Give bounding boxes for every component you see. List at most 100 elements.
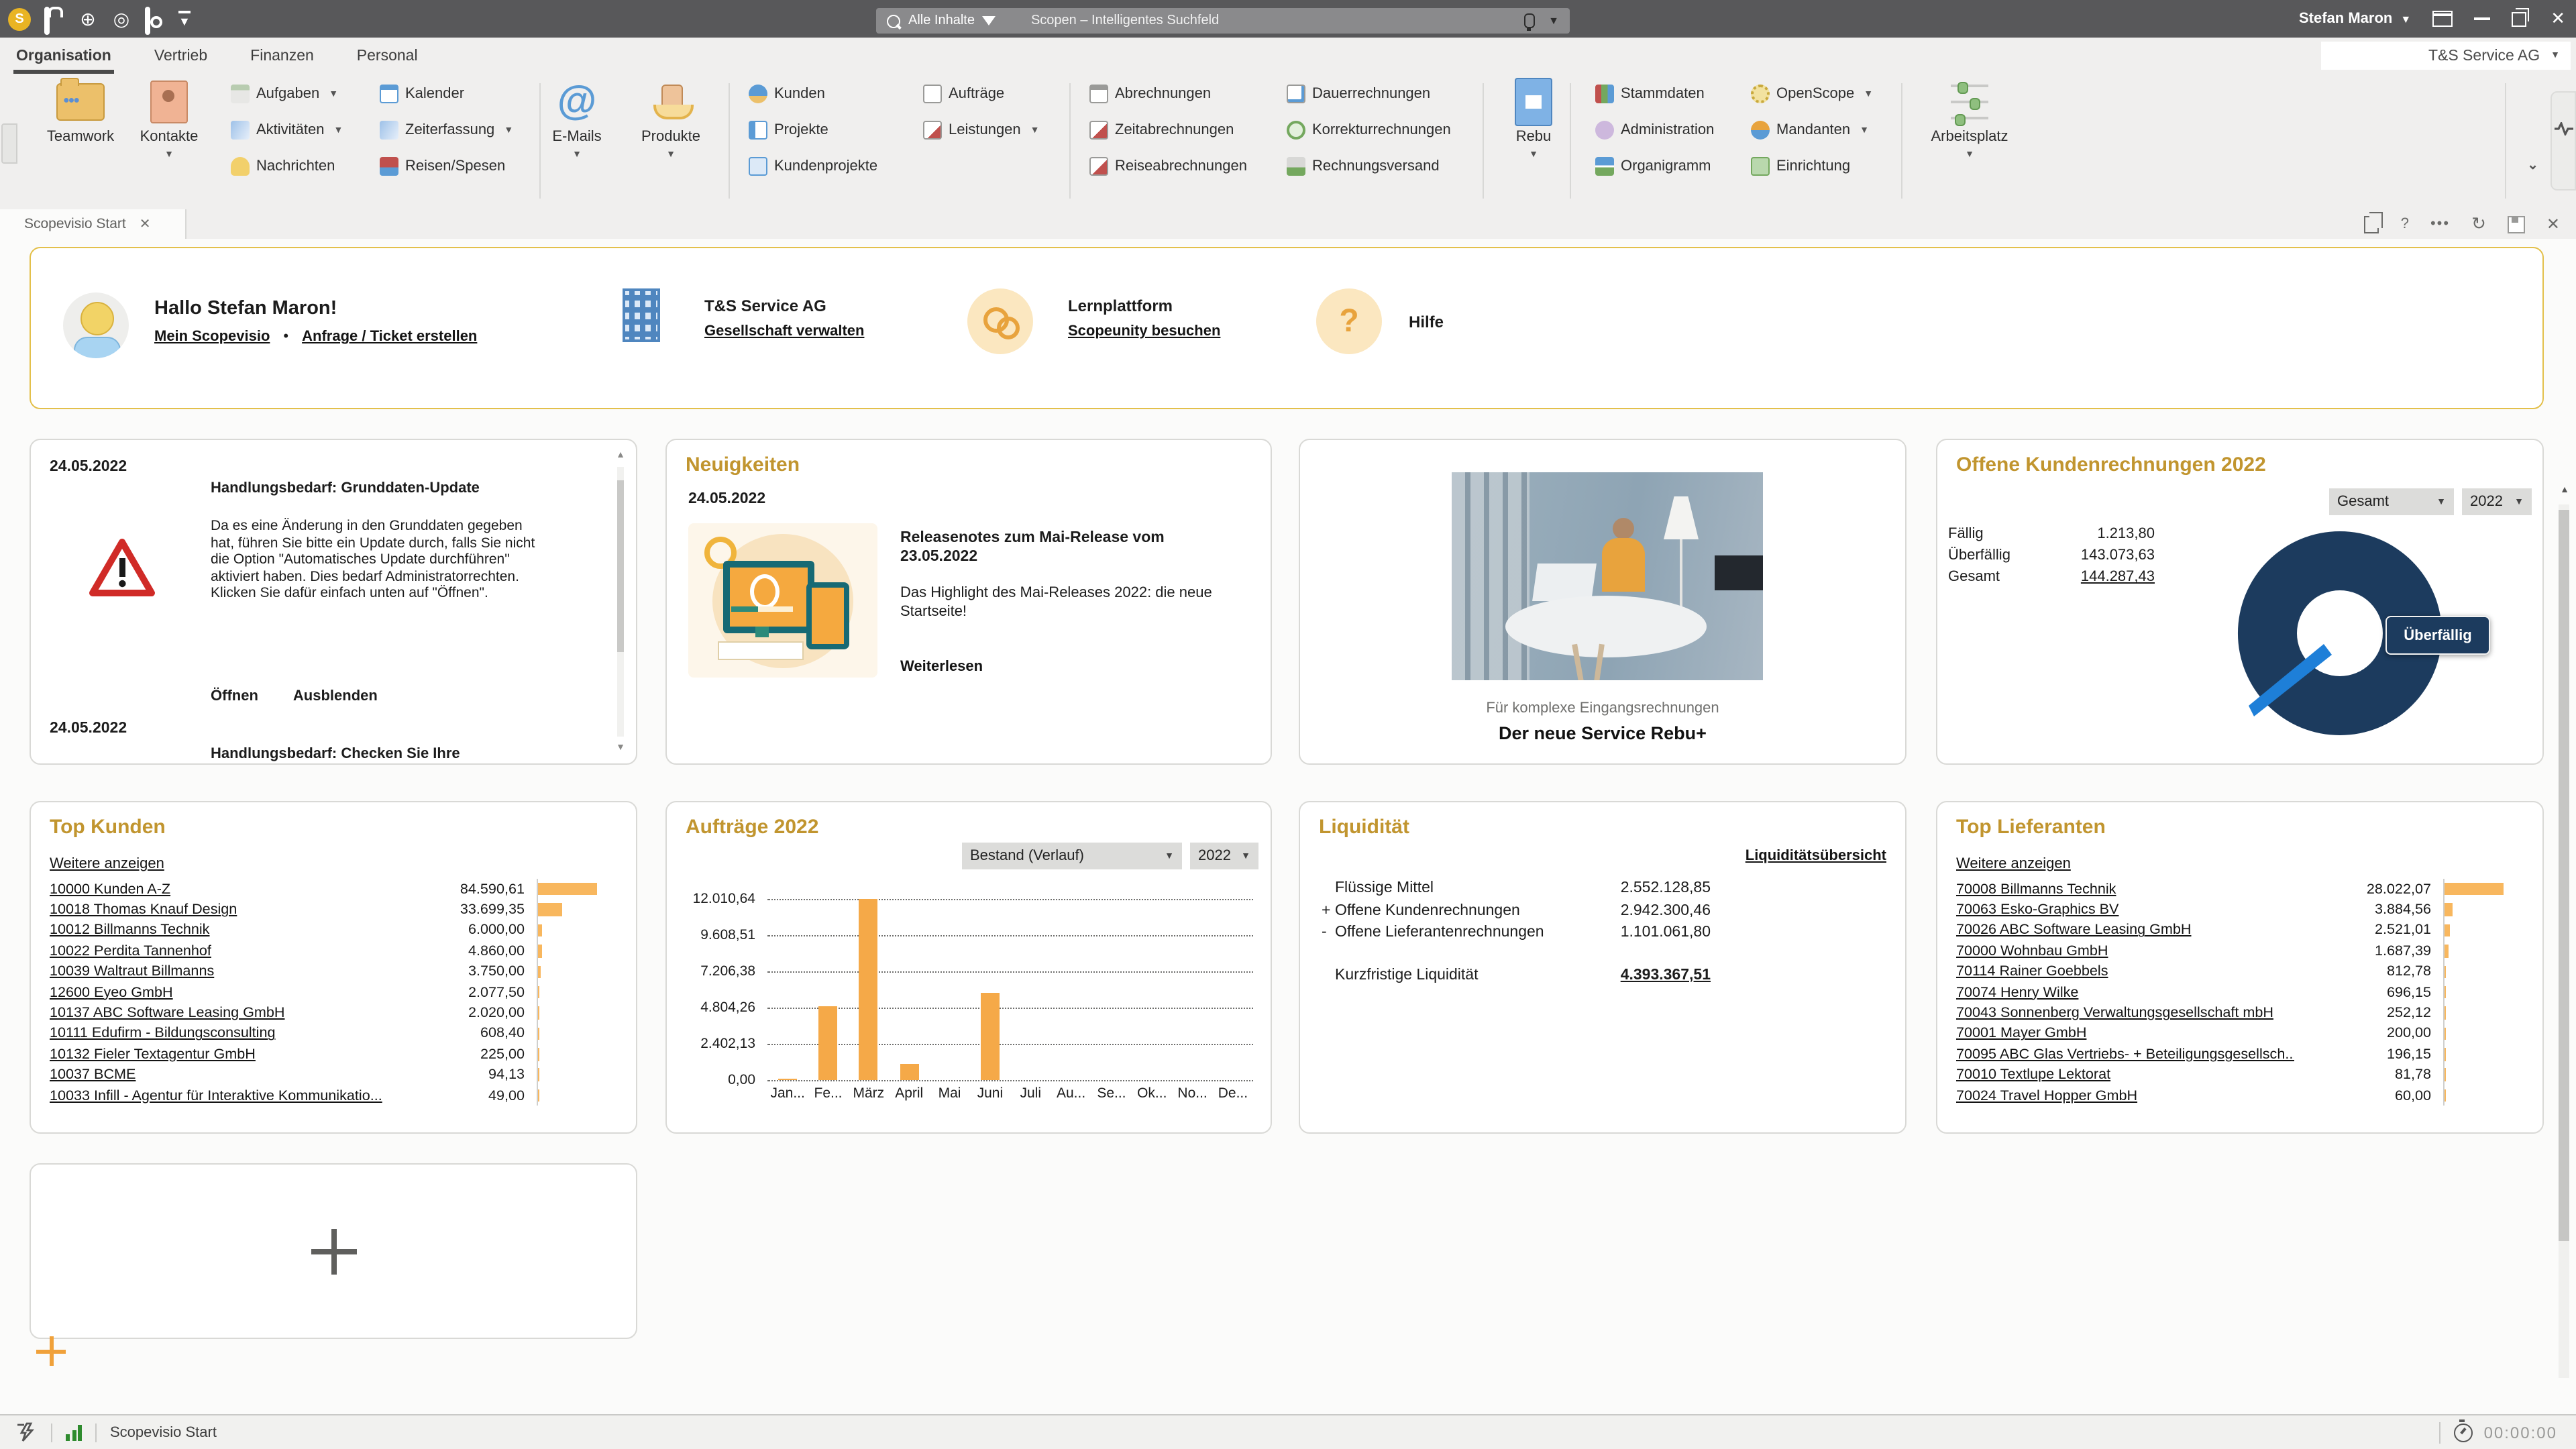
nachrichten-button[interactable]: Nachrichten <box>231 153 343 180</box>
zeiterfassung-button[interactable]: Zeiterfassung▼ <box>380 117 513 144</box>
organigramm-button[interactable]: Organigramm <box>1595 153 1714 180</box>
filter-icon[interactable] <box>983 16 996 25</box>
support-ring-icon[interactable]: ◎ <box>111 9 131 29</box>
produkte-button[interactable]: Produkte ▼ <box>628 78 714 160</box>
save-icon[interactable] <box>2508 215 2525 233</box>
timer-stopwatch-icon[interactable] <box>2455 1423 2473 1442</box>
add-panel-button[interactable] <box>36 1336 66 1366</box>
restore-button[interactable] <box>2512 11 2526 26</box>
kontakte-button[interactable]: Kontakte ▼ <box>126 78 212 160</box>
search-input[interactable]: Scopen – Intelligentes Suchfeld <box>1031 13 1219 28</box>
abrechnungen-button[interactable]: Abrechnungen <box>1089 80 1247 107</box>
auftraege-button[interactable]: Aufträge <box>923 80 1040 107</box>
administration-button[interactable]: Administration <box>1595 117 1714 144</box>
add-widget-panel[interactable] <box>30 1163 637 1339</box>
scopevisio-logo-icon[interactable]: S <box>8 7 31 30</box>
hide-action[interactable]: Ausblenden <box>293 688 378 704</box>
show-more-customers-link[interactable]: Weitere anzeigen <box>50 856 164 872</box>
dauerrechnungen-button[interactable]: Dauerrechnungen <box>1287 80 1451 107</box>
mein-scopevisio-link[interactable]: Mein Scopevisio <box>154 329 270 345</box>
time-tracking-icon <box>380 121 398 140</box>
microphone-icon[interactable] <box>1524 13 1535 28</box>
manage-company-link[interactable]: Gesellschaft verwalten <box>704 323 864 339</box>
ribbon-side-panel-button[interactable] <box>1 123 17 164</box>
tab-close-icon[interactable]: ✕ <box>140 217 151 231</box>
reisen-button[interactable]: Reisen/Spesen <box>380 153 513 180</box>
leistungen-button[interactable]: Leistungen▼ <box>923 117 1040 144</box>
emails-button[interactable]: @ E-Mails ▼ <box>534 78 620 160</box>
main-scrollbar[interactable]: ▲ <box>2556 486 2573 1378</box>
search-caret-icon[interactable]: ▼ <box>1548 15 1559 27</box>
rechnungsversand-button[interactable]: Rechnungsversand <box>1287 153 1451 180</box>
news-headline[interactable]: Releasenotes zum Mai-Release vom 23.05.2… <box>900 529 1236 566</box>
tab-personal[interactable]: Personal <box>354 40 421 72</box>
close-tab-icon[interactable]: ✕ <box>2546 215 2560 233</box>
liquidity-overview-link[interactable]: Liquiditätsübersicht <box>1746 848 1886 864</box>
scopeunity-link[interactable]: Scopeunity besuchen <box>1068 323 1220 339</box>
side-activity-panel[interactable] <box>2551 91 2576 191</box>
einrichtung-button[interactable]: Einrichtung <box>1751 153 1873 180</box>
projekte-button[interactable]: Projekte <box>749 117 877 144</box>
invoices-scope-select[interactable]: Gesamt▼ <box>2329 488 2454 515</box>
company-selector[interactable]: T&S Service AG ▼ <box>2321 42 2571 70</box>
aktivitaeten-button[interactable]: Aktivitäten▼ <box>231 117 343 144</box>
tab-finanzen[interactable]: Finanzen <box>248 40 317 72</box>
main-scroll-thumb[interactable] <box>2559 510 2569 1241</box>
user-caret-icon[interactable]: ▼ <box>2400 13 2411 25</box>
aufgaben-button[interactable]: Aufgaben▼ <box>231 80 343 107</box>
invoices-year-select[interactable]: 2022▼ <box>2462 488 2532 515</box>
open-action[interactable]: Öffnen <box>211 688 258 704</box>
stammdaten-button[interactable]: Stammdaten <box>1595 80 1714 107</box>
dock-window-icon[interactable] <box>2432 11 2453 27</box>
ribbon-collapse-icon[interactable]: ⌄ <box>2527 158 2538 173</box>
rebu-button[interactable]: Rebu ▼ <box>1491 78 1576 160</box>
avatar[interactable] <box>63 292 129 358</box>
help-circle-icon[interactable]: ? <box>1316 288 1382 354</box>
scroll-down-icon[interactable]: ▼ <box>613 743 628 753</box>
reiseabrechnungen-button[interactable]: Reiseabrechnungen <box>1089 153 1247 180</box>
refresh-icon[interactable]: ↻ <box>2471 213 2486 235</box>
openscope-button[interactable]: OpenScope▼ <box>1751 80 1873 107</box>
minimize-button[interactable] <box>2474 17 2490 20</box>
korrekturrechnungen-button[interactable]: Korrekturrechnungen <box>1287 117 1451 144</box>
show-more-suppliers-link[interactable]: Weitere anzeigen <box>1956 856 2071 872</box>
quickaccess-caret-icon[interactable]: ▼ <box>178 10 191 28</box>
search-scope-label[interactable]: Alle Inhalte <box>908 13 975 28</box>
kundenprojekte-button[interactable]: Kundenprojekte <box>749 153 877 180</box>
duplicate-tab-icon[interactable] <box>2365 215 2379 233</box>
scroll-up-icon[interactable]: ▲ <box>613 451 628 460</box>
mandanten-button[interactable]: Mandanten▼ <box>1751 117 1873 144</box>
tab-scopevisio-start[interactable]: Scopevisio Start ✕ <box>0 209 186 239</box>
panel-scrollbar[interactable]: ▲ ▼ <box>613 451 628 753</box>
scroll-thumb[interactable] <box>617 480 624 652</box>
customer-projects-icon <box>749 157 767 176</box>
performance-bars-icon[interactable] <box>66 1424 82 1440</box>
main-scroll-up-icon[interactable]: ▲ <box>2556 486 2573 495</box>
help-icon[interactable]: ? <box>2401 216 2409 232</box>
tab-organisation[interactable]: Organisation <box>13 40 114 72</box>
shop-icon[interactable] <box>44 9 64 29</box>
quick-action-icon[interactable] <box>16 1422 38 1442</box>
news-title: Neuigkeiten <box>686 453 800 476</box>
teamwork-button[interactable]: Teamwork <box>38 78 123 145</box>
screenshot-camera-icon[interactable] <box>145 9 165 29</box>
kalender-button[interactable]: Kalender <box>380 80 513 107</box>
global-search[interactable]: Alle Inhalte Scopen – Intelligentes Such… <box>876 8 1570 34</box>
teamwork-folder-icon <box>56 83 105 121</box>
kunden-button[interactable]: Kunden <box>749 80 877 107</box>
arbeitsplatz-button[interactable]: Arbeitsplatz ▼ <box>1927 78 2012 160</box>
ticket-link[interactable]: Anfrage / Ticket erstellen <box>302 329 477 345</box>
promo-title[interactable]: Der neue Service Rebu+ <box>1300 723 1905 743</box>
tab-vertrieb[interactable]: Vertrieb <box>152 40 210 72</box>
orders-type-select[interactable]: Bestand (Verlauf)▼ <box>962 843 1182 869</box>
read-more-link[interactable]: Weiterlesen <box>900 659 983 675</box>
openscope-gear-icon <box>1751 85 1770 103</box>
user-menu[interactable]: Stefan Maron <box>2299 11 2392 27</box>
more-options-icon[interactable]: ••• <box>2430 216 2450 232</box>
add-widget-plus-icon[interactable] <box>311 1228 356 1274</box>
orders-year-select[interactable]: 2022▼ <box>1190 843 1258 869</box>
zeitabrechnungen-button[interactable]: Zeitabrechnungen <box>1089 117 1247 144</box>
bell-icon <box>231 157 250 176</box>
add-icon[interactable]: ⊕ <box>78 9 98 29</box>
close-window-button[interactable]: ✕ <box>2551 8 2565 30</box>
